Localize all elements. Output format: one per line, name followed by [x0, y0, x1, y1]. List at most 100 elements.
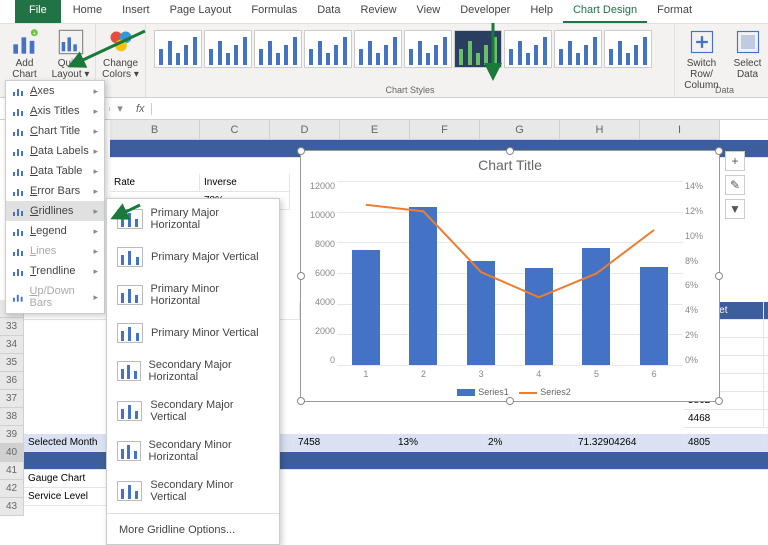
chart-style-3[interactable] [254, 30, 302, 68]
quick-layout-label: Quick Layout [52, 58, 84, 80]
cell-i-4[interactable]: 8. [764, 392, 768, 410]
tab-formulas[interactable]: Formulas [241, 0, 307, 23]
menu-up-down-bars: Up/Down Bars▸ [6, 281, 104, 313]
chart-style-9[interactable] [554, 30, 602, 68]
r40-g[interactable]: 2% [484, 434, 574, 452]
gridline-secondary-minor-horizontal[interactable]: Secondary Minor Horizontal [107, 431, 279, 471]
chart-styles-group-label: Chart Styles [146, 85, 674, 95]
row-header-42[interactable]: 42 [0, 480, 24, 498]
col-header-C[interactable]: C [200, 120, 270, 140]
row-header-35[interactable]: 35 [0, 354, 24, 372]
r40-i2[interactable]: 8. [764, 434, 768, 452]
cell-ivi[interactable]: IVI [764, 302, 768, 320]
gridline-primary-major-vertical[interactable]: Primary Major Vertical [107, 239, 279, 275]
menu-lines: Lines▸ [6, 241, 104, 261]
col-header-D[interactable]: D [270, 120, 340, 140]
cell-rate-header[interactable]: Rate [110, 174, 200, 192]
menu-chart-title[interactable]: Chart Title▸ [6, 121, 104, 141]
tab-review[interactable]: Review [350, 0, 406, 23]
menu-error-bars[interactable]: Error Bars▸ [6, 181, 104, 201]
formula-bar: ▾ fx [0, 98, 768, 120]
chart-style-4[interactable] [304, 30, 352, 68]
data-group-label: Data [675, 85, 768, 95]
menu-axes[interactable]: Axes▸ [6, 81, 104, 101]
fx-label[interactable]: fx [130, 103, 152, 115]
cell-i-2[interactable]: 10 [764, 356, 768, 374]
change-colors-label: Change Colors [102, 58, 138, 80]
r40-f[interactable]: 13% [394, 434, 484, 452]
row-header-37[interactable]: 37 [0, 390, 24, 408]
chart-style-8[interactable] [504, 30, 552, 68]
chart-filters-button[interactable]: ▼ [725, 199, 745, 219]
cell-i-3[interactable]: 10 [764, 374, 768, 392]
cell-i-1[interactable]: 7. [764, 338, 768, 356]
tab-home[interactable]: Home [63, 0, 112, 23]
row-header-39[interactable]: 39 [0, 426, 24, 444]
cell-inverse-header[interactable]: Inverse [200, 174, 290, 192]
cell-i-5[interactable]: 8. [764, 410, 768, 428]
row-header-33[interactable]: 33 [0, 318, 24, 336]
tab-view[interactable]: View [407, 0, 451, 23]
y-axis-right: 14%12%10%8%6%4%2%0% [685, 181, 715, 365]
row-header-40[interactable]: 40 [0, 444, 24, 462]
switch-row-column-button[interactable]: Switch Row/ Column [679, 26, 725, 93]
menu-data-table[interactable]: Data Table▸ [6, 161, 104, 181]
more-gridline-options[interactable]: More Gridline Options... [107, 516, 279, 544]
y-axis-left: 120001000080006000400020000 [305, 181, 335, 365]
gridline-primary-minor-horizontal[interactable]: Primary Minor Horizontal [107, 275, 279, 315]
col-header-I[interactable]: I [640, 120, 720, 140]
chart-style-5[interactable] [354, 30, 402, 68]
chart-style-10[interactable] [604, 30, 652, 68]
col-header-B[interactable]: B [110, 120, 200, 140]
menu-trendline[interactable]: Trendline▸ [6, 261, 104, 281]
gridline-secondary-minor-vertical[interactable]: Secondary Minor Vertical [107, 471, 279, 511]
menu-gridlines[interactable]: Gridlines▸ [6, 201, 104, 221]
r40-e[interactable]: 7458 [294, 434, 394, 452]
gridline-secondary-major-vertical[interactable]: Secondary Major Vertical [107, 391, 279, 431]
tab-data[interactable]: Data [307, 0, 350, 23]
chart-plot-area[interactable] [337, 181, 683, 365]
tab-insert[interactable]: Insert [112, 0, 160, 23]
select-data-button[interactable]: Select Data [725, 26, 768, 93]
chart-style-7[interactable] [454, 30, 502, 68]
chart-styles-gallery[interactable] [150, 26, 670, 82]
gridline-secondary-major-horizontal[interactable]: Secondary Major Horizontal [107, 351, 279, 391]
row-header-38[interactable]: 38 [0, 408, 24, 426]
tab-developer[interactable]: Developer [450, 0, 520, 23]
embedded-chart[interactable]: Chart Title 120001000080006000400020000 … [300, 150, 720, 402]
ribbon: + Add Chart Element ▾ Quick Layout ▾ Cha… [0, 24, 768, 98]
gridline-primary-major-horizontal[interactable]: Primary Major Horizontal [107, 199, 279, 239]
menu-axis-titles[interactable]: Axis Titles▸ [6, 101, 104, 121]
cell-h-5[interactable]: 4468 [684, 410, 764, 428]
tab-help[interactable]: Help [520, 0, 563, 23]
cell-i-0[interactable]: 8. [764, 320, 768, 338]
row-header-36[interactable]: 36 [0, 372, 24, 390]
menu-data-labels[interactable]: Data Labels▸ [6, 141, 104, 161]
change-colors-button[interactable]: Change Colors ▾ [98, 26, 144, 82]
tab-format[interactable]: Format [647, 0, 702, 23]
chart-title[interactable]: Chart Title [301, 151, 719, 179]
menu-legend[interactable]: Legend▸ [6, 221, 104, 241]
svg-text:+: + [32, 31, 36, 37]
row-header-34[interactable]: 34 [0, 336, 24, 354]
add-chart-element-dropdown: Axes▸Axis Titles▸Chart Title▸Data Labels… [5, 80, 105, 314]
r40-i[interactable]: 4805 [684, 434, 764, 452]
tab-chart-design[interactable]: Chart Design [563, 0, 647, 23]
chart-legend[interactable]: Series1 Series2 [301, 387, 719, 397]
chart-style-2[interactable] [204, 30, 252, 68]
gridline-primary-minor-vertical[interactable]: Primary Minor Vertical [107, 315, 279, 351]
col-header-G[interactable]: G [480, 120, 560, 140]
col-header-F[interactable]: F [410, 120, 480, 140]
x-axis: 123456 [337, 369, 683, 379]
chart-styles-button[interactable]: ✎ [725, 175, 745, 195]
chart-elements-button[interactable]: + [725, 151, 745, 171]
tab-file[interactable]: File [15, 0, 61, 23]
row-header-43[interactable]: 43 [0, 498, 24, 516]
chart-style-6[interactable] [404, 30, 452, 68]
chart-style-1[interactable] [154, 30, 202, 68]
tab-page-layout[interactable]: Page Layout [160, 0, 242, 23]
r40-h[interactable]: 71.32904264 [574, 434, 684, 452]
col-header-E[interactable]: E [340, 120, 410, 140]
col-header-H[interactable]: H [560, 120, 640, 140]
row-header-41[interactable]: 41 [0, 462, 24, 480]
